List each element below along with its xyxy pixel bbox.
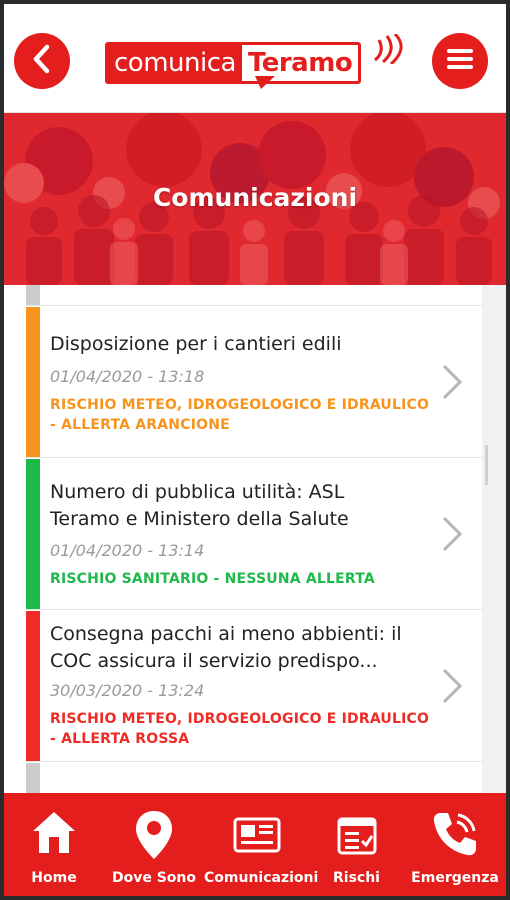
item-category: RISCHIO METEO, IDROGEOLOGICO E IDRAULICO… bbox=[50, 397, 430, 433]
location-pin-icon bbox=[134, 809, 174, 865]
nav-label: Emergenza bbox=[411, 870, 499, 886]
home-icon bbox=[31, 809, 77, 859]
nav-comunicazioni[interactable]: Comunicazioni bbox=[204, 793, 319, 896]
signal-icon bbox=[374, 34, 403, 64]
nav-emergenza[interactable]: Emergenza bbox=[404, 793, 506, 896]
list-item[interactable]: Consegna pacchi ai meno abbienti: il COC… bbox=[26, 611, 482, 762]
list-item[interactable]: Disposizione per i cantieri edili 01/04/… bbox=[26, 307, 482, 458]
category-color-bar bbox=[26, 285, 40, 305]
app-logo: comunica Teramo bbox=[105, 34, 410, 90]
back-button[interactable] bbox=[14, 33, 70, 89]
item-title: Consegna pacchi ai meno abbienti: il COC… bbox=[50, 623, 402, 672]
item-category: RISCHIO METEO, IDROGEOLOGICO E IDRAULICO… bbox=[50, 711, 430, 747]
top-bar: comunica Teramo bbox=[4, 4, 506, 113]
page-banner: Comunicazioni bbox=[4, 113, 506, 285]
chevron-right-icon bbox=[442, 668, 463, 704]
phone-call-icon bbox=[430, 809, 480, 863]
item-date: 01/04/2020 - 13:14 bbox=[50, 541, 205, 560]
item-title: Disposizione per i cantieri edili bbox=[50, 333, 342, 355]
nav-home[interactable]: Home bbox=[4, 793, 104, 896]
item-date: 01/04/2020 - 13:18 bbox=[50, 367, 205, 386]
category-color-bar bbox=[26, 459, 40, 609]
nav-label: Home bbox=[31, 870, 77, 886]
scrollbar-thumb[interactable] bbox=[485, 445, 488, 485]
app-screen: comunica Teramo Comunicazioni Disposizio… bbox=[4, 4, 506, 896]
logo-text-comunica: comunica bbox=[108, 45, 242, 81]
bottom-navigation: Home Dove Sono Comunicazioni Rischi Emer… bbox=[4, 793, 506, 896]
chevron-left-icon bbox=[29, 44, 55, 78]
category-color-bar bbox=[26, 611, 40, 761]
checklist-icon bbox=[337, 817, 377, 859]
communications-list[interactable]: Disposizione per i cantieri edili 01/04/… bbox=[4, 285, 506, 793]
newspaper-icon bbox=[233, 817, 281, 857]
nav-label: Dove Sono bbox=[111, 870, 197, 886]
speech-tail-icon bbox=[255, 76, 275, 89]
item-date: 30/03/2020 - 13:24 bbox=[50, 681, 205, 700]
category-color-bar bbox=[26, 763, 40, 793]
nav-label: Rischi bbox=[333, 870, 380, 886]
menu-button[interactable] bbox=[432, 33, 488, 89]
list-item-partial[interactable] bbox=[26, 285, 482, 306]
category-color-bar bbox=[26, 307, 40, 457]
chevron-right-icon bbox=[442, 364, 463, 400]
list-item[interactable]: Numero di pubblica utilità: ASL Teramo e… bbox=[26, 459, 482, 610]
nav-label: Comunicazioni bbox=[204, 870, 319, 886]
scrollbar-track[interactable] bbox=[482, 285, 506, 793]
chevron-right-icon bbox=[442, 516, 463, 552]
item-category: RISCHIO SANITARIO - NESSUNA ALLERTA bbox=[50, 571, 375, 587]
list-item-partial[interactable] bbox=[26, 763, 482, 793]
nav-rischi[interactable]: Rischi bbox=[309, 793, 404, 896]
item-title: Numero di pubblica utilità: ASL Teramo e… bbox=[50, 481, 349, 530]
nav-dove-sono[interactable]: Dove Sono bbox=[104, 793, 204, 896]
page-title: Comunicazioni bbox=[152, 183, 358, 212]
hamburger-menu-icon bbox=[446, 47, 474, 75]
